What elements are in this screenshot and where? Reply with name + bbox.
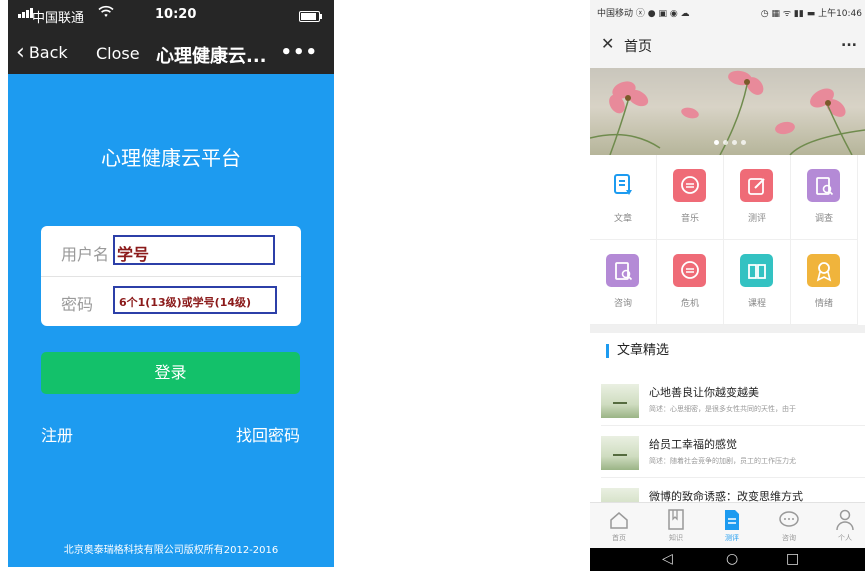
nav-bar: ‹ Back Close 心理健康云... •••	[8, 32, 334, 74]
system-nav-bar: ◁ ○ □	[590, 548, 865, 571]
article-item[interactable]: 给员工幸福的感觉 简述：随着社会竞争的加剧，员工的工作压力尤	[590, 432, 865, 478]
edit-icon	[740, 169, 773, 202]
more-menu-button[interactable]: ...	[841, 34, 857, 50]
divider	[601, 477, 865, 478]
carrier-label: 中国移动 ⓧ ● ▣ ◉ ☁	[597, 9, 690, 19]
grid-item-label: 危机	[680, 299, 699, 309]
grid-item-emotion[interactable]: 情绪	[791, 240, 858, 325]
grid-item-survey[interactable]: 调查	[791, 155, 858, 240]
copyright-footer: 北京奥泰瑞格科技有限公司版权所有2012-2016	[63, 545, 279, 556]
login-button[interactable]: 登录	[41, 352, 300, 394]
login-form: 用户名 学号 密码 6个1(13级)或学号(14级)	[41, 226, 301, 326]
status-bar: 中国联通 10:20	[8, 0, 334, 32]
book-icon	[740, 254, 773, 287]
recent-apps-button[interactable]: □	[786, 551, 799, 567]
tab-label: 个人	[838, 534, 852, 542]
article-summary: 简述：随着社会竞争的加剧，员工的工作压力尤	[649, 457, 796, 465]
page-title: 心理健康云...	[156, 46, 267, 67]
feature-grid: 文章 音乐 测评 调查 咨询 危机 课程 情绪	[590, 155, 865, 325]
tab-knowledge[interactable]: 知识	[656, 508, 696, 543]
grid-item-label: 咨询	[613, 299, 632, 309]
article-summary: 简述：心思细密，是很多女性共同的天性，由于	[649, 405, 796, 413]
battery-icon	[299, 11, 322, 22]
bubble-icon	[779, 511, 799, 527]
carrier-text: 中国移动	[597, 9, 634, 19]
close-button[interactable]: Close	[96, 44, 140, 63]
username-field[interactable]: 学号	[113, 235, 275, 265]
grid-item-label: 文章	[613, 214, 632, 224]
survey-icon	[606, 254, 639, 287]
username-row: 用户名 学号	[41, 226, 301, 277]
close-icon[interactable]: ✕	[601, 34, 614, 53]
status-bar: 中国移动 ⓧ ● ▣ ◉ ☁ ◷ ▦ ᯤ ▮▮ ▬ 上午10:46	[590, 0, 865, 22]
home-icon	[610, 512, 628, 529]
right-phone-screen: 中国移动 ⓧ ● ▣ ◉ ☁ ◷ ▦ ᯤ ▮▮ ▬ 上午10:46 ✕ 首页 .…	[590, 0, 865, 571]
tab-label: 首页	[612, 534, 626, 542]
grid-item-label: 课程	[747, 299, 766, 309]
divider	[601, 425, 865, 426]
bottom-tab-bar: 首页 知识 测评 咨询 个人	[590, 502, 865, 549]
grid-item-music[interactable]: 音乐	[657, 155, 724, 240]
carrier-label: 中国联通	[32, 11, 85, 26]
section-title: 文章精选	[606, 344, 669, 358]
banner-carousel[interactable]	[590, 68, 865, 155]
back-button[interactable]: ‹ Back	[16, 39, 68, 65]
back-label: Back	[28, 43, 68, 62]
grid-item-consult[interactable]: 咨询	[590, 240, 657, 325]
article-title: 给员工幸福的感觉	[649, 438, 737, 451]
doc-icon	[725, 510, 739, 530]
left-phone-screen: 中国联通 10:20 ‹ Back Close 心理健康云... ••• 心理健…	[8, 0, 334, 567]
status-time: 10:20	[155, 7, 197, 22]
app-title: 心理健康云平台	[101, 146, 241, 170]
grid-item-article[interactable]: 文章	[590, 155, 657, 240]
tab-label: 知识	[669, 534, 683, 542]
carousel-dot[interactable]	[714, 140, 719, 145]
password-field[interactable]: 6个1(13级)或学号(14级)	[113, 286, 277, 314]
password-row: 密码 6个1(13级)或学号(14级)	[41, 276, 301, 326]
carousel-dot[interactable]	[723, 140, 728, 145]
wifi-icon	[98, 5, 114, 22]
grid-item-course[interactable]: 课程	[724, 240, 791, 325]
bookmark-icon	[668, 509, 684, 530]
section-divider	[590, 325, 865, 333]
tab-profile[interactable]: 个人	[825, 508, 865, 543]
home-nav-button[interactable]: ○	[726, 551, 738, 567]
article-item[interactable]: 心地善良让你越变越美 简述：心思细密，是很多女性共同的天性，由于	[590, 380, 865, 426]
grid-item-label: 情绪	[814, 299, 833, 309]
status-right: ◷ ▦ ᯤ ▮▮ ▬ 上午10:46	[760, 9, 862, 19]
forgot-password-link[interactable]: 找回密码	[236, 422, 300, 446]
grid-item-crisis[interactable]: 危机	[657, 240, 724, 325]
register-link[interactable]: 注册	[41, 422, 73, 446]
grid-item-label: 调查	[814, 214, 833, 224]
article-title: 心地善良让你越变越美	[649, 386, 759, 399]
tab-assessment[interactable]: 测评	[712, 508, 752, 543]
status-time: 上午10:46	[818, 9, 862, 19]
article-thumbnail	[601, 436, 639, 470]
username-label: 用户名	[61, 245, 110, 264]
grid-item-assessment[interactable]: 测评	[724, 155, 791, 240]
carousel-dots	[714, 140, 746, 145]
back-nav-button[interactable]: ◁	[662, 551, 673, 567]
signal-icon	[18, 8, 33, 18]
tab-label: 测评	[725, 534, 739, 542]
chat-icon	[673, 254, 706, 287]
person-icon	[836, 509, 854, 531]
grid-item-label: 音乐	[680, 214, 699, 224]
chat-icon	[673, 169, 706, 202]
more-menu-button[interactable]: •••	[280, 42, 318, 63]
survey-icon	[807, 169, 840, 202]
tab-consult[interactable]: 咨询	[769, 508, 809, 543]
tab-label: 咨询	[782, 534, 796, 542]
nav-bar: ✕ 首页 ...	[590, 22, 865, 68]
article-thumbnail	[601, 384, 639, 418]
document-icon	[606, 169, 639, 202]
chevron-left-icon: ‹	[16, 39, 25, 65]
carousel-dot[interactable]	[741, 140, 746, 145]
tab-home[interactable]: 首页	[599, 508, 639, 543]
grid-item-label: 测评	[747, 214, 766, 224]
carousel-dot[interactable]	[732, 140, 737, 145]
page-title: 首页	[624, 39, 652, 55]
password-label: 密码	[61, 295, 94, 314]
ribbon-icon	[807, 254, 840, 287]
